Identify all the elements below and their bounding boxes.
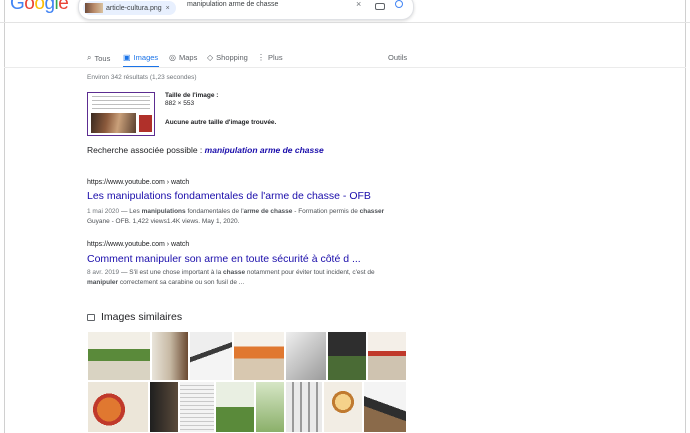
tab-label: Maps	[178, 53, 198, 62]
tab-maps[interactable]: ◎ Maps	[169, 53, 197, 62]
similar-image[interactable]	[363, 381, 407, 433]
image-size-label: Taille de l'image :	[165, 92, 219, 99]
search-input[interactable]: manipulation arme de chasse	[187, 1, 278, 8]
similar-image[interactable]	[215, 381, 255, 433]
camera-icon[interactable]	[375, 3, 385, 10]
result-date: 8 avr. 2019	[87, 269, 120, 276]
divider	[4, 67, 686, 68]
similar-image[interactable]	[149, 381, 179, 433]
result-title-link[interactable]: Les manipulations fondamentales de l'arm…	[87, 190, 371, 202]
tab-shopping[interactable]: ◇ Shopping	[207, 53, 248, 62]
tab-all[interactable]: ⌕ Tous	[87, 53, 110, 63]
similar-image[interactable]	[87, 331, 151, 381]
more-vert-icon: ⋮	[257, 53, 265, 62]
result-date: 1 mai 2020	[87, 208, 120, 215]
similar-image[interactable]	[151, 331, 189, 381]
no-other-sizes: Aucune autre taille d'image trouvée.	[165, 119, 277, 126]
similar-image[interactable]	[327, 331, 367, 381]
tab-label: Tous	[94, 53, 111, 63]
image-size-value: 882 × 553	[165, 100, 195, 107]
thumbnail-photo	[91, 113, 136, 133]
image-chip[interactable]: article-cultura.png ×	[83, 1, 176, 15]
similar-image[interactable]	[285, 331, 327, 381]
chip-close-icon[interactable]: ×	[166, 5, 170, 12]
similar-image[interactable]	[323, 381, 363, 433]
related-search-link[interactable]: manipulation arme de chasse	[205, 145, 324, 155]
similar-image[interactable]	[367, 331, 407, 381]
chip-thumbnail	[85, 3, 103, 13]
chip-label: article-cultura.png	[106, 4, 162, 12]
similar-image[interactable]	[179, 381, 215, 433]
result-snippet: 1 mai 2020 — Les manipulations fondament…	[87, 208, 385, 225]
similar-images-title: Images similaires	[101, 311, 183, 323]
tab-images[interactable]: ▣ Images	[123, 53, 158, 62]
tab-more[interactable]: ⋮ Plus	[257, 53, 283, 62]
search-icon[interactable]	[395, 0, 403, 8]
search-header: Google article-cultura.png × manipulatio…	[0, 0, 690, 23]
result-url: https://www.youtube.com › watch	[87, 241, 190, 248]
related-search-prefix: Recherche associée possible :	[87, 145, 205, 155]
image-icon: ▣	[123, 53, 131, 62]
similar-image[interactable]	[233, 331, 285, 381]
similar-image[interactable]	[255, 381, 285, 433]
clear-icon[interactable]: ×	[356, 0, 361, 9]
similar-images-heading: Images similaires	[87, 311, 182, 323]
tab-label: Shopping	[216, 53, 248, 62]
search-icon: ⌕	[87, 53, 92, 62]
thumbnail-badge	[139, 115, 152, 132]
map-pin-icon: ◎	[169, 53, 176, 62]
search-box[interactable]: article-cultura.png × manipulation arme …	[78, 0, 414, 20]
result-title-link[interactable]: Comment manipuler son arme en toute sécu…	[87, 253, 361, 265]
result-url: https://www.youtube.com › watch	[87, 179, 190, 186]
query-image-thumbnail[interactable]	[87, 92, 155, 136]
thumbnail-text	[92, 96, 150, 110]
tools-button[interactable]: Outils	[388, 53, 407, 62]
similar-images-grid	[87, 331, 407, 433]
tag-icon: ◇	[207, 53, 214, 62]
image-icon	[87, 313, 95, 321]
similar-image[interactable]	[189, 331, 233, 381]
similar-image[interactable]	[87, 381, 149, 433]
similar-image[interactable]	[285, 381, 323, 433]
google-logo[interactable]: Google	[10, 0, 69, 15]
tab-label: Images	[133, 53, 159, 62]
result-stats: Environ 342 résultats (1,23 secondes)	[87, 74, 197, 81]
tab-label: Plus	[268, 53, 283, 62]
related-search: Recherche associée possible : manipulati…	[87, 145, 324, 155]
result-snippet: 8 avr. 2019 — S'il est une chose importa…	[87, 269, 375, 286]
